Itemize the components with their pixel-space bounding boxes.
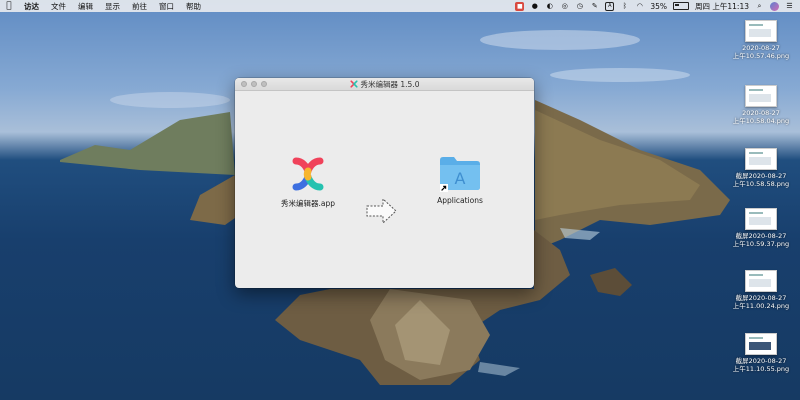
file-prefix: 截屏: [735, 172, 749, 180]
file-thumbnail: [745, 148, 777, 170]
menu-edit[interactable]: 编辑: [72, 1, 99, 12]
wifi-icon[interactable]: ◠: [635, 2, 644, 11]
status-area: ■ ● ◐ ◎ ◷ ✎ A ᛒ ◠ 35% 周四 上午11:13 ⌕ ☰: [515, 1, 800, 12]
menu-view[interactable]: 显示: [99, 1, 126, 12]
app-status-icon[interactable]: ■: [515, 1, 525, 11]
file-time: 上午10.57.46.png: [732, 52, 790, 60]
file-date: 2020-08-27: [748, 294, 787, 302]
menu-window[interactable]: 窗口: [153, 1, 180, 12]
app-bundle[interactable]: 秀米编辑器.app: [273, 154, 343, 209]
app-title-icon: [349, 80, 358, 88]
pen-icon[interactable]: ✎: [590, 2, 599, 11]
file-date: 2020-08-27: [748, 357, 787, 365]
file-time: 上午10.59.37.png: [732, 240, 790, 248]
desktop-file[interactable]: 截屏2020-08-27 上午10.59.37.png: [726, 208, 796, 248]
menu-go[interactable]: 前往: [126, 1, 153, 12]
dmg-window: 秀米编辑器 1.5.0 秀米编辑器.app A Applications: [235, 78, 534, 288]
minimize-button[interactable]: [251, 81, 257, 87]
close-button[interactable]: [241, 81, 247, 87]
file-prefix: 截屏: [735, 357, 749, 365]
input-method-icon[interactable]: A: [605, 1, 615, 11]
drag-arrow-icon: [366, 197, 397, 225]
battery-percent[interactable]: 35%: [650, 2, 667, 11]
search-icon[interactable]: ⌕: [755, 2, 764, 11]
app-bundle-label: 秀米编辑器.app: [280, 199, 335, 208]
file-date: 2020-08-27: [748, 232, 787, 240]
applications-folder-label: Applications: [437, 196, 483, 205]
window-controls: [241, 81, 267, 87]
file-time: 上午11.10.55.png: [732, 365, 790, 373]
zoom-button[interactable]: [261, 81, 267, 87]
desktop-file[interactable]: 2020-08-27 上午10.58.04.png: [726, 85, 796, 125]
bluetooth-icon[interactable]: ᛒ: [620, 2, 629, 11]
menu-app-name[interactable]: 访达: [18, 1, 45, 12]
file-prefix: 截屏: [735, 232, 749, 240]
shield-icon[interactable]: ◐: [545, 2, 554, 11]
file-thumbnail: [745, 20, 777, 42]
desktop-file[interactable]: 截屏2020-08-27 上午11.10.55.png: [726, 333, 796, 373]
desktop-file[interactable]: 截屏2020-08-27 上午10.58.58.png: [726, 148, 796, 188]
user-avatar[interactable]: [770, 1, 779, 11]
menu-file[interactable]: 文件: [45, 1, 72, 12]
window-titlebar[interactable]: 秀米编辑器 1.5.0: [235, 78, 534, 91]
file-date: 2020-08-27: [742, 109, 780, 117]
clock[interactable]: 周四 上午11:13: [695, 1, 749, 12]
clock-status-icon[interactable]: ◷: [575, 2, 584, 11]
window-title: 秀米编辑器 1.5.0: [360, 79, 420, 89]
file-time: 上午10.58.04.png: [732, 117, 790, 125]
file-prefix: 截屏: [735, 294, 749, 302]
file-time: 上午11.00.24.png: [732, 302, 790, 310]
menu-bar:  访达 文件 编辑 显示 前往 窗口 帮助 ■ ● ◐ ◎ ◷ ✎ A ᛒ ◠…: [0, 0, 800, 12]
file-thumbnail: [745, 208, 777, 230]
alias-arrow-icon: [440, 184, 448, 192]
xiumi-app-icon: [292, 157, 324, 191]
control-center-icon[interactable]: ☰: [785, 2, 794, 11]
applications-folder[interactable]: A Applications: [425, 154, 495, 205]
apple-menu-icon[interactable]: : [0, 1, 18, 11]
file-date: 2020-08-27: [748, 172, 787, 180]
cloud-icon[interactable]: ●: [530, 2, 539, 11]
file-thumbnail: [745, 333, 777, 355]
desktop-file[interactable]: 2020-08-27 上午10.57.46.png: [726, 20, 796, 60]
menu-help[interactable]: 帮助: [180, 1, 207, 12]
file-time: 上午10.58.58.png: [732, 180, 790, 188]
file-date: 2020-08-27: [742, 44, 780, 52]
file-thumbnail: [745, 270, 777, 292]
file-thumbnail: [745, 85, 777, 107]
battery-icon[interactable]: [673, 2, 689, 10]
wechat-icon[interactable]: ◎: [560, 2, 569, 11]
svg-text:A: A: [455, 169, 466, 188]
desktop-file[interactable]: 截屏2020-08-27 上午11.00.24.png: [726, 270, 796, 310]
